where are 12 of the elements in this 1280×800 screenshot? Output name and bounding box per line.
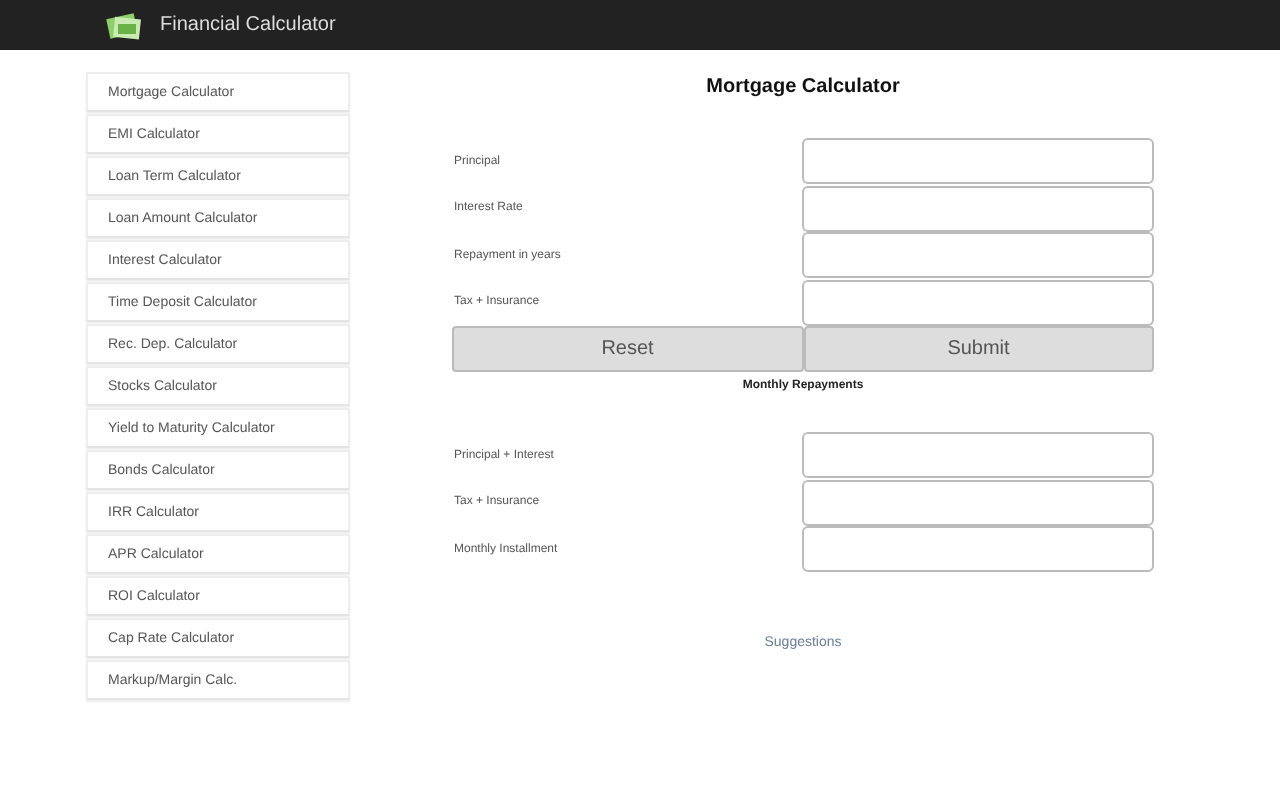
input-field[interactable] [802,479,1154,526]
submit-button[interactable]: Submit [803,326,1154,372]
input-field[interactable] [802,526,1154,573]
input-field[interactable] [802,138,1154,185]
logo-icon [104,9,144,41]
input-field[interactable] [802,185,1154,232]
reset-button[interactable]: Reset [452,326,803,372]
app-title: Financial Calculator [160,14,336,36]
input-field[interactable] [802,432,1154,479]
form-title: Mortgage Calculator [704,76,902,98]
input-field[interactable] [802,279,1154,326]
input-field[interactable] [802,232,1154,279]
